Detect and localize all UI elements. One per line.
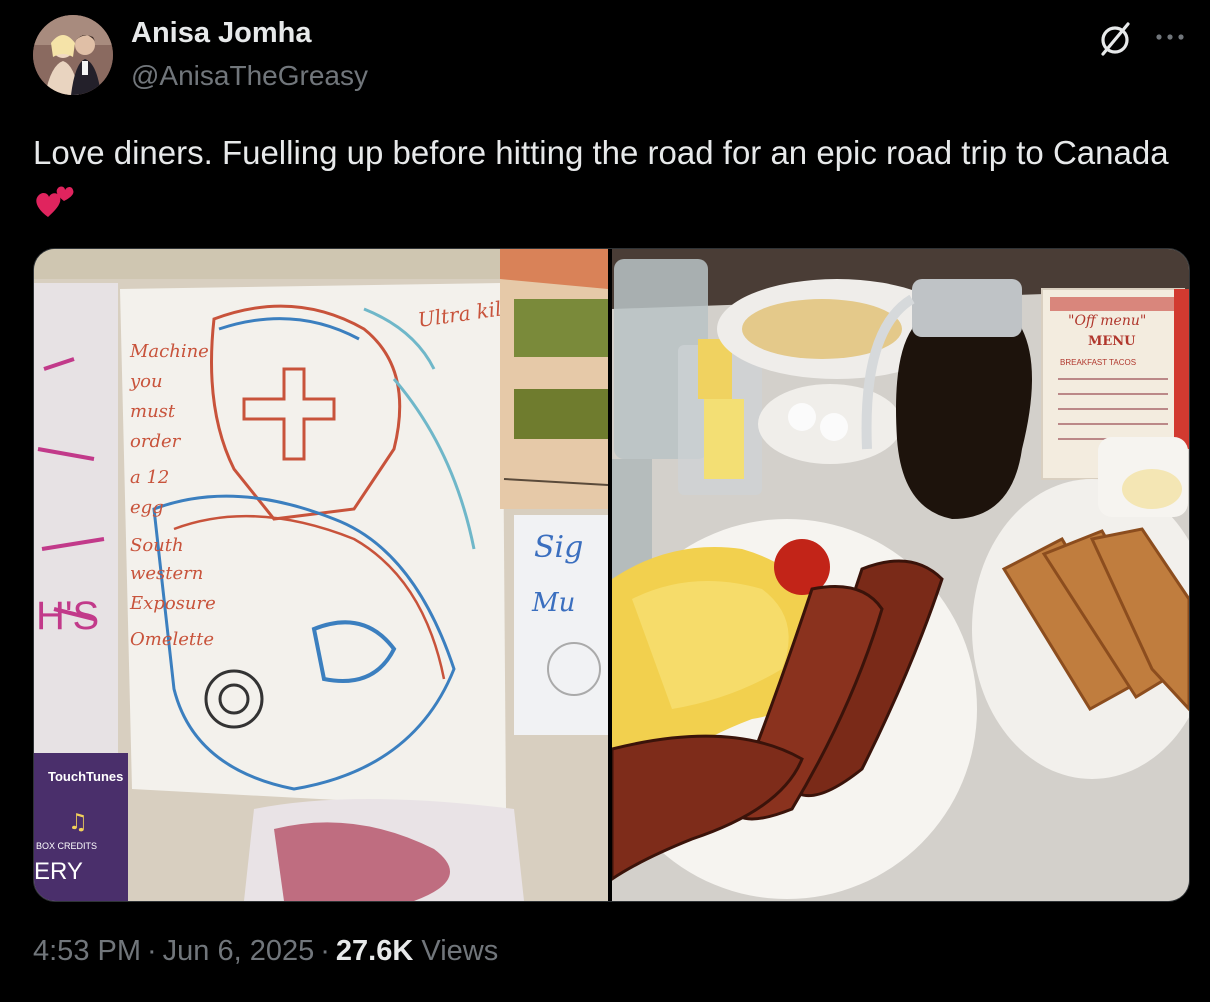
tweet-text: Love diners. Fuelling up before hitting … bbox=[33, 128, 1173, 226]
side-sign-text: Sig bbox=[534, 530, 583, 565]
author-name[interactable]: Anisa Jomha bbox=[131, 17, 312, 50]
tweet-date: Jun 6, 2025 bbox=[162, 935, 315, 967]
photo-breakfast[interactable]: "Off menu" MENU BREAKFAST TACOS bbox=[612, 249, 1189, 901]
side-sign-text: Mu bbox=[531, 588, 575, 618]
drawing-text-line: you bbox=[129, 371, 163, 392]
tweet-body: Love diners. Fuelling up before hitting … bbox=[33, 134, 1169, 171]
drawing-text-line: a 12 bbox=[130, 467, 169, 488]
drawing-text-line: Omelette bbox=[130, 629, 214, 650]
menu-card-line: BREAKFAST TACOS bbox=[1060, 358, 1136, 367]
drawing-text-line: western bbox=[130, 563, 203, 584]
drawing-text-line: order bbox=[130, 431, 182, 452]
meta-separator: · bbox=[320, 935, 330, 967]
jukebox-brand: TouchTunes bbox=[48, 769, 123, 784]
two-hearts-emoji-icon bbox=[35, 183, 77, 219]
drawing-text-line: Exposure bbox=[129, 593, 216, 614]
meta-separator: · bbox=[147, 935, 157, 967]
views-label: Views bbox=[421, 935, 499, 967]
menu-card-title: "Off menu" bbox=[1068, 313, 1146, 329]
media-container: H'S Machine you must order a 12 egg Sout… bbox=[33, 248, 1190, 902]
author-handle[interactable]: @AnisaTheGreasy bbox=[131, 60, 368, 92]
tweet-time: 4:53 PM bbox=[33, 935, 141, 967]
photo-drawing[interactable]: H'S Machine you must order a 12 egg Sout… bbox=[34, 249, 608, 901]
jukebox-sub: BOX CREDITS bbox=[36, 841, 97, 851]
menu-card-subtitle: MENU bbox=[1088, 334, 1136, 349]
more-dots-icon[interactable] bbox=[1150, 18, 1190, 58]
drawing-text-line: Machine bbox=[129, 341, 209, 362]
jukebox-big: ERY bbox=[34, 858, 83, 885]
drawing-text-line: egg bbox=[130, 497, 164, 518]
avatar[interactable] bbox=[33, 15, 113, 95]
svg-text:H'S: H'S bbox=[36, 594, 99, 638]
drawing-text-line: South bbox=[130, 535, 184, 556]
tweet-meta: 4:53 PM · Jun 6, 2025 · 27.6K Views bbox=[33, 935, 498, 968]
drawing-text-line: must bbox=[130, 401, 176, 422]
tweet-date-link[interactable]: Jun 6, 2025 bbox=[163, 935, 315, 967]
tweet-time-link[interactable]: 4:53 PM bbox=[33, 935, 141, 967]
grok-slash-circle-icon[interactable] bbox=[1094, 18, 1136, 60]
svg-text:♫: ♫ bbox=[68, 810, 88, 835]
views-count: 27.6K bbox=[335, 935, 414, 967]
